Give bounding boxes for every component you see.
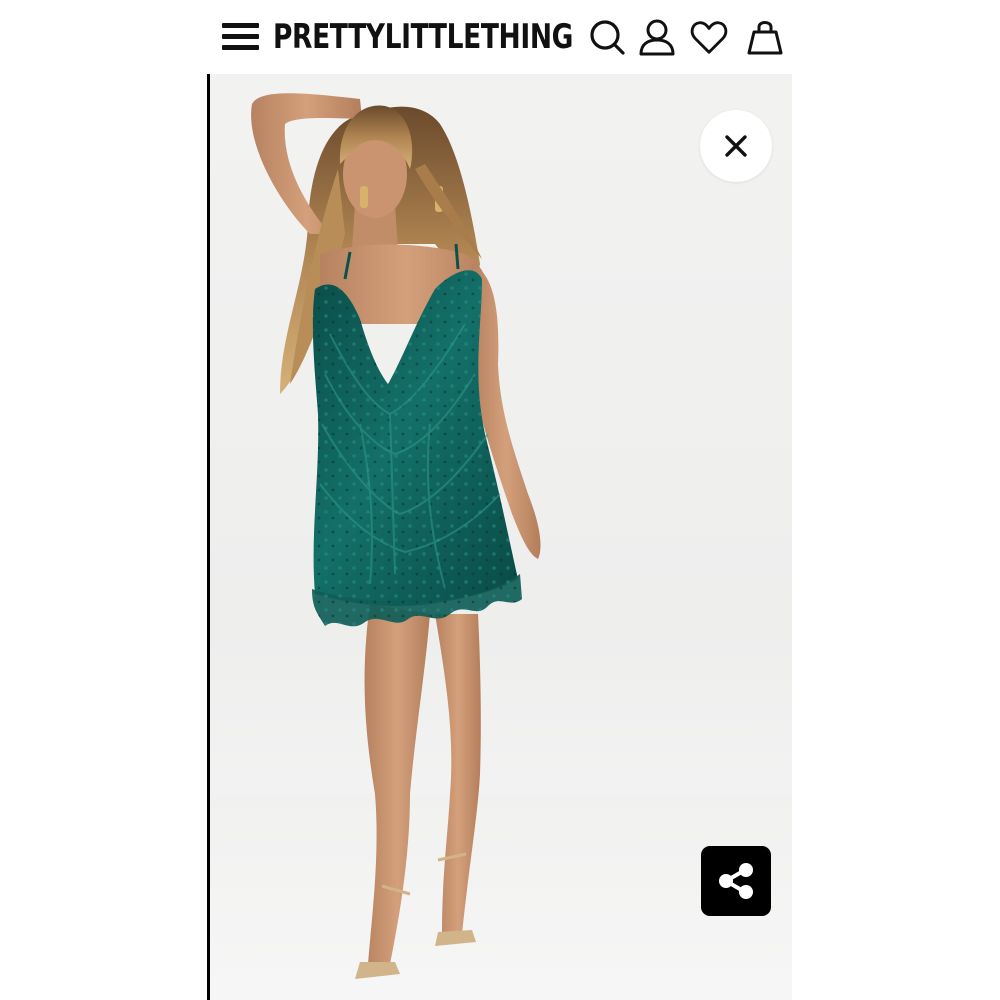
- close-button[interactable]: [700, 110, 772, 182]
- account-icon[interactable]: [638, 18, 676, 56]
- menu-bar: [222, 34, 259, 39]
- share-icon: [719, 863, 753, 899]
- site-header: PRETTYLITTLETHING: [0, 0, 1000, 74]
- menu-bar: [222, 45, 259, 50]
- close-icon: [725, 135, 747, 157]
- menu-bar: [222, 23, 259, 28]
- menu-icon[interactable]: [222, 20, 260, 56]
- wishlist-heart-icon[interactable]: [690, 18, 730, 56]
- shopping-bag-icon[interactable]: [746, 18, 784, 56]
- search-icon[interactable]: [588, 18, 626, 56]
- brand-logo[interactable]: PRETTYLITTLETHING: [273, 12, 573, 62]
- share-button[interactable]: [701, 846, 771, 916]
- app: PRETTYLITTLETHING: [0, 0, 1000, 1000]
